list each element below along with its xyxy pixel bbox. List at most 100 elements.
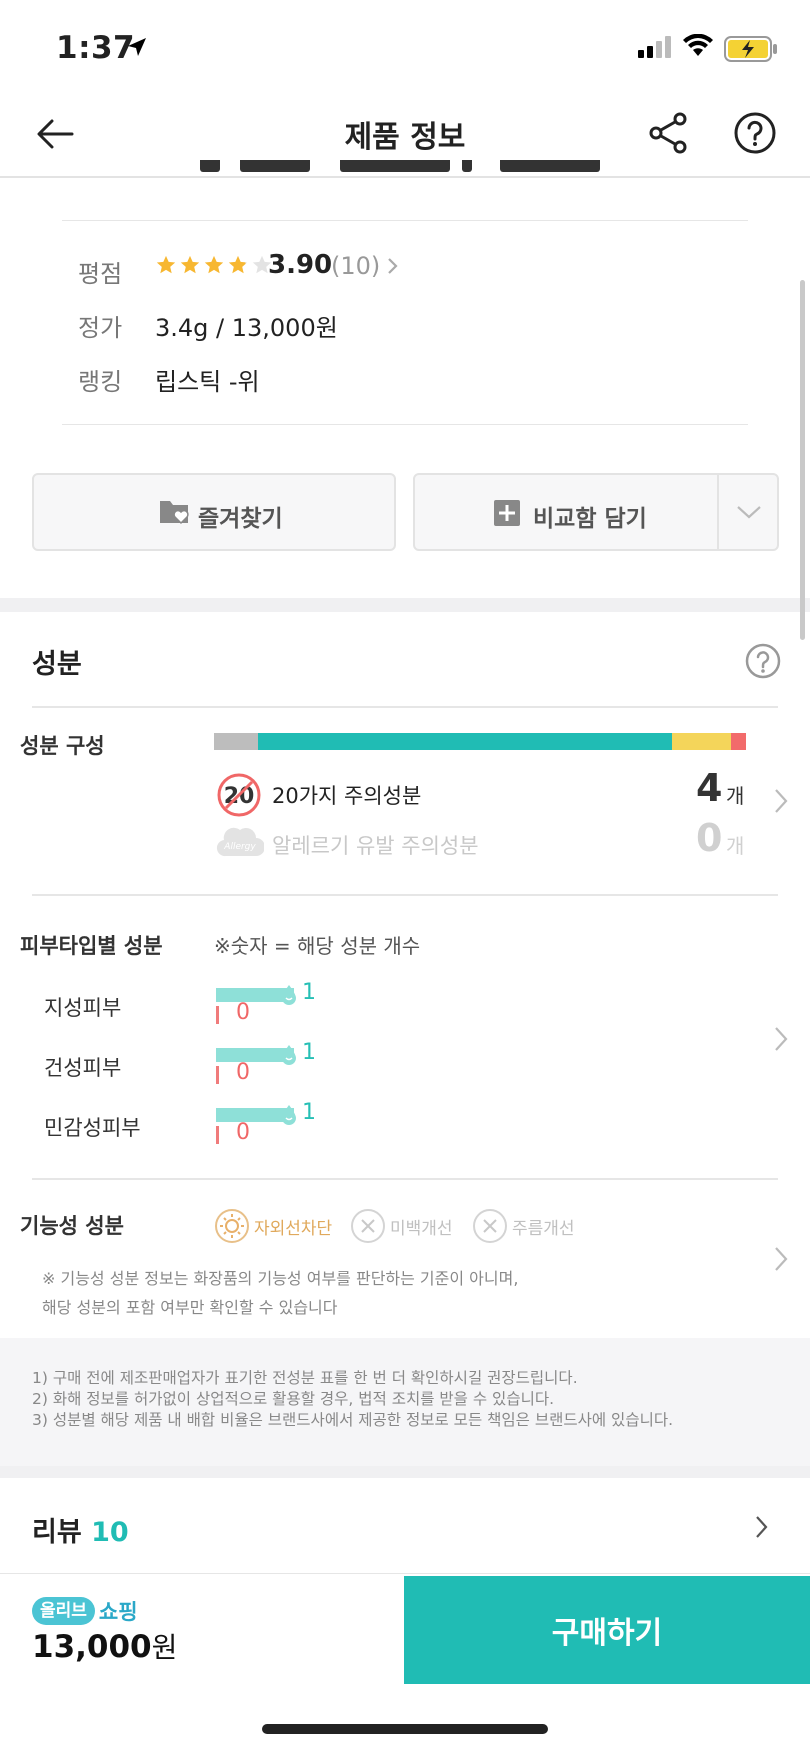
star-icon xyxy=(156,255,176,274)
functional-whitening: 미백개선 xyxy=(350,1208,453,1244)
skin-bad-bar xyxy=(216,1006,219,1024)
no-20-icon: 20 xyxy=(217,773,261,817)
allergy-label: 알레르기 유발 주의성분 xyxy=(272,834,479,858)
composition-segment xyxy=(731,733,746,750)
composition-bar xyxy=(214,733,746,750)
chevron-right-icon[interactable] xyxy=(772,1244,790,1274)
allergy-count: 0 xyxy=(696,816,723,860)
allergy-cloud-icon: Allergy xyxy=(216,827,265,857)
skin-good-count: 1 xyxy=(302,1040,316,1065)
battery-charging-icon xyxy=(724,36,777,62)
favorite-label: 즐겨찾기 xyxy=(198,506,283,532)
chevron-right-icon[interactable] xyxy=(386,256,400,276)
skin-bad-count: 0 xyxy=(236,1120,250,1145)
home-indicator[interactable] xyxy=(262,1724,548,1734)
location-arrow-icon xyxy=(128,38,146,56)
star-icon xyxy=(228,255,248,274)
price-label: 정가 xyxy=(78,314,123,342)
divider xyxy=(32,706,778,708)
functional-wrinkle: 주름개선 xyxy=(472,1208,575,1244)
functional-note-line-2: 해당 성분의 포함 여부만 확인할 수 있습니다 xyxy=(42,1298,338,1317)
ranking-value: 립스틱 -위 xyxy=(155,368,260,396)
divider xyxy=(717,475,719,549)
skin-bad-count: 0 xyxy=(236,1060,250,1085)
skin-bad-count: 0 xyxy=(236,1000,250,1025)
chevron-right-icon[interactable] xyxy=(772,786,790,816)
allergy-unit: 개 xyxy=(726,834,745,858)
functional-wrinkle-label: 주름개선 xyxy=(512,1218,575,1239)
compare-button[interactable]: 비교함 담기 xyxy=(413,473,779,551)
sun-icon xyxy=(215,1209,249,1243)
favorite-button[interactable]: 즐겨찾기 xyxy=(32,473,396,551)
oliveyoung-shopping-logo: 올리브 쇼핑 xyxy=(32,1596,138,1626)
section-gap xyxy=(0,598,810,612)
skin-good-count: 1 xyxy=(302,1100,316,1125)
allergy-row[interactable]: Allergy 알레르기 유발 주의성분 0 개 xyxy=(216,816,744,866)
functional-note: ※ 기능성 성분 정보는 화장품의 기능성 여부를 판단하는 기준이 아니며, … xyxy=(42,1264,518,1322)
disclaimer-line: 3) 성분별 해당 제품 내 배합 비율은 브랜드사에서 제공한 정보로 모든 … xyxy=(32,1411,674,1429)
functional-uv: 자외선차단 xyxy=(214,1208,332,1244)
composition-segment xyxy=(214,733,259,750)
rating-value: 3.90 xyxy=(268,250,333,280)
functional-label: 기능성 성분 xyxy=(20,1214,124,1238)
disclaimer-line: 1) 구매 전에 제조판매업자가 표기한 전성분 표를 한 번 더 확인하시길 … xyxy=(32,1369,578,1387)
x-circle-icon xyxy=(351,1209,385,1243)
chevron-right-icon[interactable] xyxy=(772,1024,790,1054)
scrollbar[interactable] xyxy=(800,280,805,640)
status-bar: 1:37 xyxy=(0,0,810,90)
drop-smile-icon xyxy=(282,1045,296,1065)
divider xyxy=(32,1178,778,1180)
functional-whitening-label: 미백개선 xyxy=(390,1218,453,1239)
disclaimer-line: 2) 화해 정보를 허가없이 상업적으로 활용할 경우, 법적 조치를 받을 수… xyxy=(32,1390,555,1408)
product-title-scrolled xyxy=(200,160,610,174)
functional-note-line-1: ※ 기능성 성분 정보는 화장품의 기능성 여부를 판단하는 기준이 아니며, xyxy=(42,1269,519,1288)
bottom-price-unit: 원 xyxy=(151,1631,178,1664)
skin-type-name: 건성피부 xyxy=(44,1056,122,1080)
rating-label: 평점 xyxy=(78,260,123,288)
signal-icon xyxy=(638,36,671,58)
chevron-down-icon[interactable] xyxy=(735,503,763,521)
caution20-row[interactable]: 20 20가지 주의성분 4 개 xyxy=(216,766,744,817)
wifi-icon xyxy=(683,34,713,56)
shop-label: 쇼핑 xyxy=(98,1600,138,1624)
bottom-price-value: 13,000 xyxy=(32,1629,152,1665)
drop-smile-icon xyxy=(282,985,296,1005)
composition-label: 성분 구성 xyxy=(20,734,105,758)
status-time: 1:37 xyxy=(56,30,136,66)
x-circle-icon xyxy=(473,1209,507,1243)
folder-heart-icon xyxy=(160,501,189,525)
skin-bad-bar xyxy=(216,1066,219,1084)
buy-button[interactable]: 구매하기 xyxy=(404,1576,810,1684)
plus-box-icon xyxy=(494,500,520,526)
chevron-right-icon[interactable] xyxy=(754,1514,770,1540)
disclaimer-box: 1) 구매 전에 제조판매업자가 표기한 전성분 표를 한 번 더 확인하시길 … xyxy=(0,1338,810,1466)
help-icon[interactable] xyxy=(732,110,778,156)
rating-stars xyxy=(155,254,273,276)
share-icon[interactable] xyxy=(646,110,692,156)
skin-bad-bar xyxy=(216,1126,219,1144)
star-icon xyxy=(180,255,200,274)
divider xyxy=(62,424,748,425)
caution20-label: 20가지 주의성분 xyxy=(272,784,422,808)
ingredients-title: 성분 xyxy=(32,649,82,680)
review-count: 10 xyxy=(91,1517,129,1548)
star-icon xyxy=(204,255,224,274)
caution20-unit: 개 xyxy=(726,784,745,808)
shop-logo-badge: 올리브 xyxy=(32,1597,95,1625)
section-gap xyxy=(0,1466,810,1478)
skin-type-note: ※숫자 = 해당 성분 개수 xyxy=(214,934,421,958)
composition-segment xyxy=(258,733,672,750)
composition-segment xyxy=(671,733,732,750)
help-icon[interactable] xyxy=(744,642,782,680)
compare-label: 비교함 담기 xyxy=(533,506,647,532)
divider xyxy=(62,220,748,221)
price-value: 3.4g / 13,000원 xyxy=(155,314,338,342)
ranking-label: 랭킹 xyxy=(78,368,123,396)
skin-type-name: 민감성피부 xyxy=(44,1116,141,1140)
functional-uv-label: 자외선차단 xyxy=(254,1218,333,1239)
review-row[interactable]: 리뷰 10 xyxy=(32,1510,129,1549)
skin-good-count: 1 xyxy=(302,980,316,1005)
skin-type-name: 지성피부 xyxy=(44,996,122,1020)
allergy-badge-text: Allergy xyxy=(223,842,256,852)
skin-type-label: 피부타입별 성분 xyxy=(20,934,163,958)
